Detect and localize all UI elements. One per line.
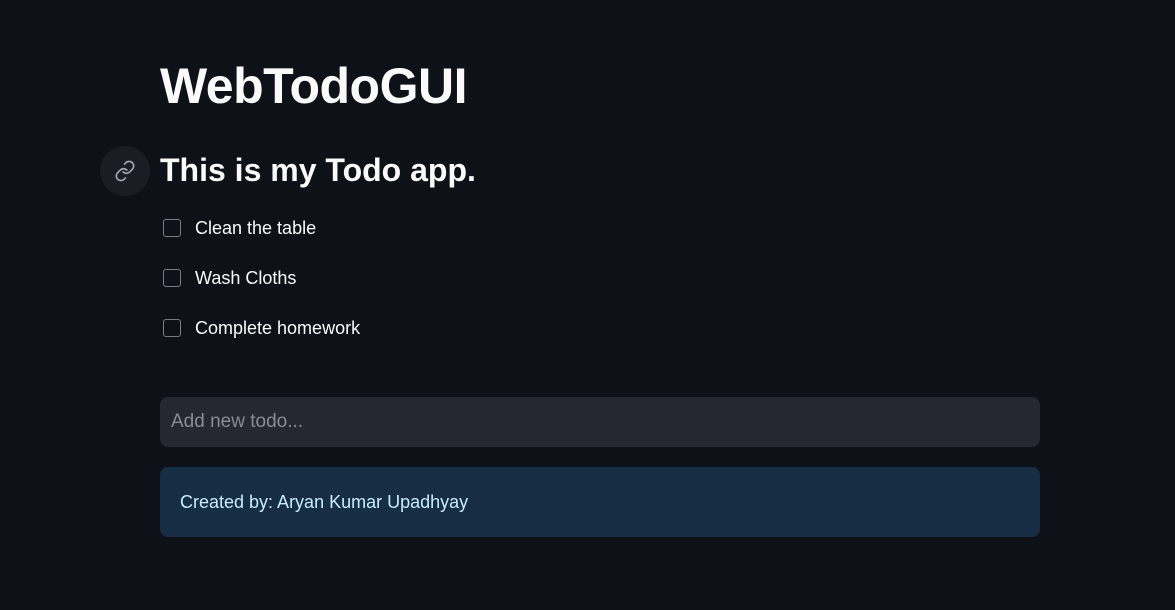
page-title: WebTodoGUI	[160, 58, 468, 114]
info-box: Created by: Aryan Kumar Upadhyay	[160, 467, 1040, 537]
header-anchor-link[interactable]	[100, 146, 150, 196]
todo-item[interactable]: Clean the table	[163, 214, 360, 242]
subheader: This is my Todo app.	[160, 152, 476, 188]
todo-checkbox[interactable]	[163, 219, 181, 237]
todo-label: Complete homework	[195, 317, 361, 338]
todo-list: Clean the table Wash Cloths Complete hom…	[163, 214, 360, 364]
link-icon	[114, 160, 136, 182]
creator-credit: Created by: Aryan Kumar Upadhyay	[180, 491, 469, 512]
todo-label: Wash Cloths	[195, 267, 297, 288]
todo-label: Clean the table	[195, 217, 317, 238]
todo-checkbox[interactable]	[163, 319, 181, 337]
todo-item[interactable]: Wash Cloths	[163, 264, 360, 292]
todo-checkbox[interactable]	[163, 269, 181, 287]
todo-item[interactable]: Complete homework	[163, 314, 360, 342]
new-todo-input[interactable]	[160, 397, 1040, 447]
